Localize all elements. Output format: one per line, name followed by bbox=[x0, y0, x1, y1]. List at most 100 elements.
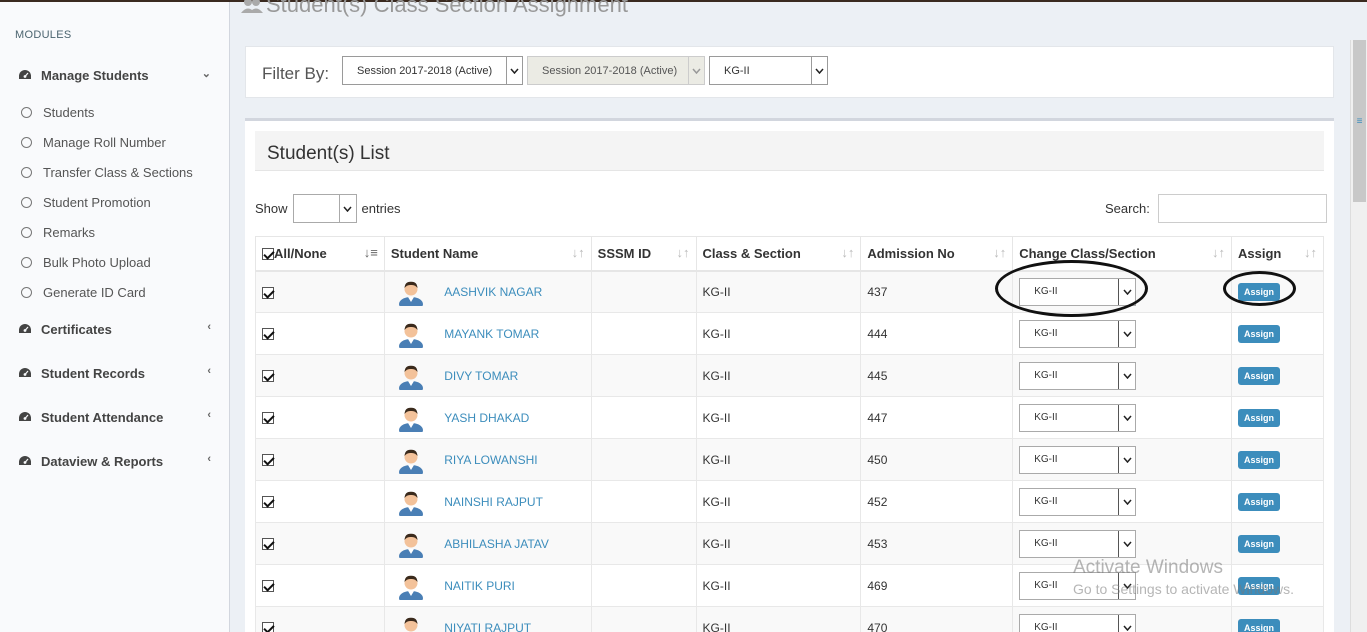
assign-button[interactable]: Assign bbox=[1238, 450, 1281, 469]
list-title: Student(s) List bbox=[267, 143, 390, 164]
sssm-id-cell bbox=[590, 522, 697, 565]
assign-button[interactable]: Assign bbox=[1238, 324, 1281, 343]
row-checkbox[interactable] bbox=[262, 370, 274, 383]
assign-cell: Assign bbox=[1231, 522, 1324, 565]
sort-icon[interactable]: ↓↑ bbox=[677, 245, 690, 260]
change-class-select[interactable]: KG-II bbox=[1019, 529, 1137, 558]
sidebar-item-label: Bulk Photo Upload bbox=[43, 254, 151, 270]
student-name-link[interactable]: DIVY TOMAR bbox=[444, 369, 518, 383]
student-name-link[interactable]: NAITIK PURI bbox=[444, 579, 515, 593]
student-avatar-icon bbox=[398, 281, 423, 306]
row-checkbox[interactable] bbox=[262, 622, 274, 632]
assign-cell: Assign bbox=[1231, 396, 1324, 439]
sidebar-item-student-promotion[interactable]: Student Promotion bbox=[0, 187, 229, 217]
student-name-link[interactable]: MAYANK TOMAR bbox=[444, 327, 539, 341]
sort-icon[interactable]: ↓↑ bbox=[841, 245, 854, 260]
column-header-sssm-id[interactable]: SSSM ID ↓↑ bbox=[590, 236, 697, 272]
change-class-cell: KG-II bbox=[1012, 480, 1233, 523]
session-select[interactable]: Session 2017-2018 (Active) bbox=[342, 56, 523, 85]
chevron-down-icon bbox=[1118, 404, 1135, 431]
student-name-link[interactable]: AASHVIK NAGAR bbox=[444, 285, 542, 299]
column-label: Admission No bbox=[867, 245, 955, 261]
assign-button[interactable]: Assign bbox=[1238, 366, 1281, 385]
row-checkbox[interactable] bbox=[262, 328, 274, 341]
select-cell bbox=[255, 312, 385, 355]
sort-icon[interactable]: ↓↑ bbox=[993, 245, 1006, 260]
sidebar-item-remarks[interactable]: Remarks bbox=[0, 217, 229, 247]
column-header-admission-no[interactable]: Admission No ↓↑ bbox=[860, 236, 1014, 272]
student-name-link[interactable]: ABHILASHA JATAV bbox=[444, 537, 549, 551]
change-class-select[interactable]: KG-II bbox=[1019, 487, 1137, 516]
column-header-student-name[interactable]: Student Name ↓↑ bbox=[383, 236, 592, 272]
column-header-all-none[interactable]: All/None ↓≡ bbox=[255, 236, 385, 272]
entries-select[interactable] bbox=[292, 194, 357, 223]
sort-icon[interactable]: ↓↑ bbox=[572, 245, 585, 260]
student-name-cell: RIYA LOWANSHI bbox=[383, 438, 592, 481]
search-input[interactable] bbox=[1157, 194, 1327, 223]
assign-button[interactable]: Assign bbox=[1238, 282, 1281, 301]
search-label: Search: bbox=[1105, 201, 1150, 216]
table-row: AASHVIK NAGAR KG-II 437 KG-II Assign bbox=[255, 270, 1324, 313]
student-name-link[interactable]: NAINSHI RAJPUT bbox=[444, 495, 543, 509]
column-header-class-section[interactable]: Class & Section ↓↑ bbox=[695, 236, 862, 272]
circle-icon bbox=[21, 226, 32, 238]
table-row: DIVY TOMAR KG-II 445 KG-II Assign bbox=[255, 354, 1324, 397]
row-checkbox[interactable] bbox=[262, 538, 274, 551]
sidebar-group-certificates[interactable]: Certificates ‹ bbox=[0, 309, 229, 349]
column-header-assign[interactable]: Assign ↓↑ bbox=[1231, 236, 1324, 272]
change-class-select[interactable]: KG-II bbox=[1019, 361, 1137, 390]
sssm-id-cell bbox=[590, 606, 697, 632]
sidebar-item-bulk-photo-upload[interactable]: Bulk Photo Upload bbox=[0, 247, 229, 277]
change-class-cell: KG-II bbox=[1012, 312, 1233, 355]
assign-cell: Assign bbox=[1231, 312, 1324, 355]
table-row: NIYATI RAJPUT KG-II 470 KG-II Assign bbox=[255, 606, 1324, 632]
row-checkbox[interactable] bbox=[262, 580, 274, 593]
student-avatar-icon bbox=[398, 323, 423, 348]
assign-button[interactable]: Assign bbox=[1238, 618, 1281, 632]
column-label: Change Class/Section bbox=[1019, 245, 1156, 261]
row-checkbox[interactable] bbox=[262, 412, 274, 425]
search-control: Search: bbox=[1105, 194, 1327, 223]
select-all-checkbox[interactable] bbox=[262, 248, 274, 261]
sidebar-item-manage-roll-number[interactable]: Manage Roll Number bbox=[0, 127, 229, 157]
page-scrollbar[interactable]: ≡ bbox=[1350, 40, 1367, 632]
change-class-select[interactable]: KG-II bbox=[1019, 445, 1137, 474]
session-select-disabled-value: Session 2017-2018 (Active) bbox=[542, 64, 678, 77]
entries-label: entries bbox=[361, 201, 401, 216]
sidebar-item-label: Students bbox=[43, 104, 95, 120]
show-label: Show bbox=[255, 201, 288, 216]
class-section-cell: KG-II bbox=[695, 522, 862, 565]
sidebar-item-transfer-class-sections[interactable]: Transfer Class & Sections bbox=[0, 157, 229, 187]
change-class-select[interactable]: KG-II bbox=[1019, 277, 1137, 306]
circle-icon bbox=[21, 106, 32, 118]
sort-desc-icon[interactable]: ↓≡ bbox=[364, 245, 378, 260]
row-checkbox[interactable] bbox=[262, 496, 274, 509]
sort-icon[interactable]: ↓↑ bbox=[1304, 245, 1317, 260]
assign-button[interactable]: Assign bbox=[1238, 408, 1281, 427]
student-name-link[interactable]: RIYA LOWANSHI bbox=[444, 453, 537, 467]
class-select[interactable]: KG-II bbox=[709, 56, 828, 85]
assign-button[interactable]: Assign bbox=[1238, 492, 1281, 511]
student-name-cell: MAYANK TOMAR bbox=[383, 312, 592, 355]
row-checkbox[interactable] bbox=[262, 454, 274, 467]
change-class-select[interactable]: KG-II bbox=[1019, 403, 1137, 432]
change-class-select[interactable]: KG-II bbox=[1019, 613, 1137, 632]
student-name-link[interactable]: NIYATI RAJPUT bbox=[444, 621, 531, 632]
scrollbar-thumb[interactable]: ≡ bbox=[1353, 40, 1366, 202]
session-select-disabled: Session 2017-2018 (Active) bbox=[527, 56, 705, 85]
row-checkbox[interactable] bbox=[262, 286, 274, 299]
assign-button[interactable]: Assign bbox=[1238, 534, 1281, 553]
sidebar-group-dataview-reports[interactable]: Dataview & Reports ‹ bbox=[0, 441, 229, 481]
change-class-select[interactable]: KG-II bbox=[1019, 319, 1137, 348]
sidebar-item-generate-id-card[interactable]: Generate ID Card bbox=[0, 277, 229, 307]
column-header-change-class-section[interactable]: Change Class/Section ↓↑ bbox=[1012, 236, 1233, 272]
table-row: YASH DHAKAD KG-II 447 KG-II Assign bbox=[255, 396, 1324, 439]
sort-icon[interactable]: ↓↑ bbox=[1212, 245, 1225, 260]
column-label: Class & Section bbox=[702, 245, 801, 261]
sidebar-group-student-attendance[interactable]: Student Attendance ‹ bbox=[0, 397, 229, 437]
sidebar-item-students[interactable]: Students bbox=[0, 97, 229, 127]
sidebar-group-manage-students[interactable]: Manage Students ⌄ bbox=[0, 55, 229, 95]
sidebar-group-student-records[interactable]: Student Records ‹ bbox=[0, 353, 229, 393]
assign-cell: Assign bbox=[1231, 270, 1324, 313]
student-name-link[interactable]: YASH DHAKAD bbox=[444, 411, 529, 425]
